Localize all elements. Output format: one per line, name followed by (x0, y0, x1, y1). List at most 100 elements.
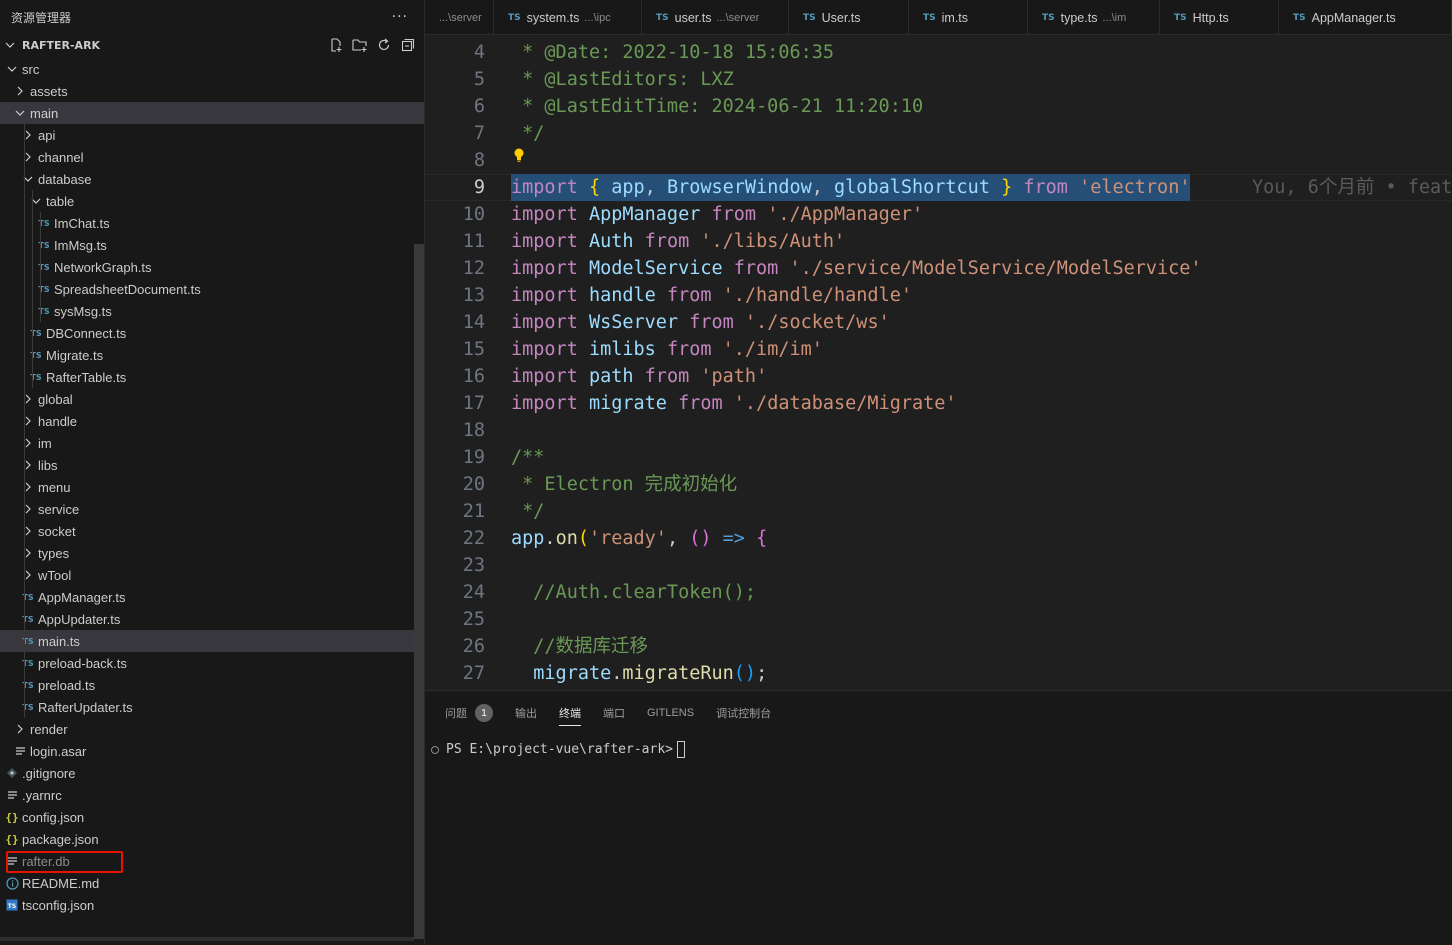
code-line[interactable]: 7 */ (425, 120, 1452, 147)
code-line[interactable]: 14 import WsServer from './socket/ws' (425, 309, 1452, 336)
collapse-all-icon[interactable] (400, 37, 416, 53)
new-folder-icon[interactable] (352, 37, 368, 53)
code-token: handle (588, 285, 656, 306)
panel-tab-label: 输出 (515, 708, 537, 720)
git-file-icon (4, 765, 20, 781)
file-item[interactable]: TS RafterTable.ts (0, 366, 424, 388)
panel-tab[interactable]: GITLENS (647, 702, 694, 724)
code-line[interactable]: 10 import AppManager from './AppManager' (425, 201, 1452, 228)
code-line[interactable]: 8 (425, 147, 1452, 174)
folder-item[interactable]: src (0, 58, 424, 80)
problems-count-badge: 1 (475, 704, 493, 722)
code-token: migrate (533, 663, 612, 684)
file-item[interactable]: TS ImChat.ts (0, 212, 424, 234)
code-line[interactable]: 6 * @LastEditTime: 2024-06-21 11:20:10 (425, 93, 1452, 120)
tab-name: Http.ts (1192, 10, 1229, 25)
code-editor[interactable]: 4 * @Date: 2022-10-18 15:06:35 5 * @LastE… (425, 35, 1452, 690)
panel-tab[interactable]: 调试控制台 (716, 702, 771, 724)
editor-tab[interactable]: TS system.ts ...\ipc (494, 0, 642, 34)
file-item[interactable]: TS preload.ts (0, 674, 424, 696)
folder-item[interactable]: wTool (0, 564, 424, 586)
folder-item[interactable]: socket (0, 520, 424, 542)
file-item[interactable]: TS preload-back.ts (0, 652, 424, 674)
file-item[interactable]: README.md (0, 872, 424, 894)
file-item[interactable]: login.asar (0, 740, 424, 762)
code-line[interactable]: 11 import Auth from './libs/Auth' (425, 228, 1452, 255)
folder-item[interactable]: types (0, 542, 424, 564)
editor-tab[interactable]: TS User.ts (789, 0, 909, 34)
file-item[interactable]: TS NetworkGraph.ts (0, 256, 424, 278)
panel-tab[interactable]: 输出 (515, 702, 537, 724)
folder-item[interactable]: global (0, 388, 424, 410)
code-text: import WsServer from './socket/ws' (511, 309, 890, 336)
editor-tab[interactable]: ...\server (425, 0, 494, 34)
code-line[interactable]: 27 migrate.migrateRun(); (425, 660, 1452, 687)
code-line[interactable]: 22 app.on('ready', () => { (425, 525, 1452, 552)
editor-tab[interactable]: TS im.ts (909, 0, 1028, 34)
file-item[interactable]: .gitignore (0, 762, 424, 784)
file-item[interactable]: .yarnrc (0, 784, 424, 806)
file-item[interactable]: TS main.ts (0, 630, 424, 652)
file-item[interactable]: TS SpreadsheetDocument.ts (0, 278, 424, 300)
code-line[interactable]: 5 * @LastEditors: LXZ (425, 66, 1452, 93)
chevron-right-icon (20, 501, 36, 517)
code-line[interactable]: 24 //Auth.clearToken(); (425, 579, 1452, 606)
folder-item[interactable]: im (0, 432, 424, 454)
code-line[interactable]: 23 (425, 552, 1452, 579)
folder-item[interactable]: assets (0, 80, 424, 102)
folder-item[interactable]: libs (0, 454, 424, 476)
file-item[interactable]: TS ImMsg.ts (0, 234, 424, 256)
folder-item[interactable]: table (0, 190, 424, 212)
editor-tab[interactable]: TS type.ts ...\im (1028, 0, 1160, 34)
code-line[interactable]: 16 import path from 'path' (425, 363, 1452, 390)
panel-tab[interactable]: 终端 (559, 702, 581, 726)
editor-tab[interactable]: TS Http.ts (1160, 0, 1279, 34)
file-item[interactable]: {} package.json (0, 828, 424, 850)
code-line[interactable]: 12 import ModelService from './service/Mo… (425, 255, 1452, 282)
sidebar-horizontal-scrollbar[interactable] (0, 937, 414, 941)
code-line[interactable]: 25 (425, 606, 1452, 633)
code-line[interactable]: 13 import handle from './handle/handle' (425, 282, 1452, 309)
folder-item[interactable]: render (0, 718, 424, 740)
file-item[interactable]: TS AppUpdater.ts (0, 608, 424, 630)
editor-tab[interactable]: TS user.ts ...\server (642, 0, 789, 34)
chevron-right-icon (12, 721, 28, 737)
more-actions-icon[interactable]: ··· (392, 9, 408, 25)
code-line[interactable]: 17 import migrate from './database/Migrat… (425, 390, 1452, 417)
file-item[interactable]: TS RafterUpdater.ts (0, 696, 424, 718)
folder-item[interactable]: service (0, 498, 424, 520)
file-item[interactable]: TS Migrate.ts (0, 344, 424, 366)
panel-tab[interactable]: 问题 1 (445, 702, 493, 724)
code-line[interactable]: 18 (425, 417, 1452, 444)
folder-item[interactable]: main (0, 102, 424, 124)
code-line[interactable]: 26 //数据库迁移 (425, 633, 1452, 660)
code-line[interactable]: 20 * Electron 完成初始化 (425, 471, 1452, 498)
code-line[interactable]: 19 /** (425, 444, 1452, 471)
folder-item[interactable]: database (0, 168, 424, 190)
folder-item[interactable]: api (0, 124, 424, 146)
code-line[interactable]: 21 */ (425, 498, 1452, 525)
file-item[interactable]: {} config.json (0, 806, 424, 828)
folder-item[interactable]: handle (0, 410, 424, 432)
indent-guide (24, 212, 25, 234)
folder-item[interactable]: menu (0, 476, 424, 498)
file-item[interactable]: TS sysMsg.ts (0, 300, 424, 322)
refresh-icon[interactable] (376, 37, 392, 53)
file-item[interactable]: TS DBConnect.ts (0, 322, 424, 344)
code-line[interactable]: 4 * @Date: 2022-10-18 15:06:35 (425, 39, 1452, 66)
code-line[interactable]: 15 import imlibs from './im/im' (425, 336, 1452, 363)
folder-item[interactable]: channel (0, 146, 424, 168)
new-file-icon[interactable] (328, 37, 344, 53)
code-line[interactable]: 9 import { app, BrowserWindow, globalShor… (425, 174, 1452, 201)
chevron-right-icon (20, 435, 36, 451)
file-item[interactable]: TS AppManager.ts (0, 586, 424, 608)
editor-tab[interactable]: TS AppManager.ts (1279, 0, 1452, 34)
project-header[interactable]: RAFTER-ARK (0, 34, 424, 56)
panel-tab[interactable]: 端口 (603, 702, 625, 724)
file-item[interactable]: TS tsconfig.json (0, 894, 424, 916)
terminal[interactable]: PS E:\project-vue\rafter-ark> (431, 741, 685, 758)
tree-item-label: DBConnect.ts (46, 325, 127, 341)
sidebar-scrollbar[interactable] (414, 244, 424, 939)
